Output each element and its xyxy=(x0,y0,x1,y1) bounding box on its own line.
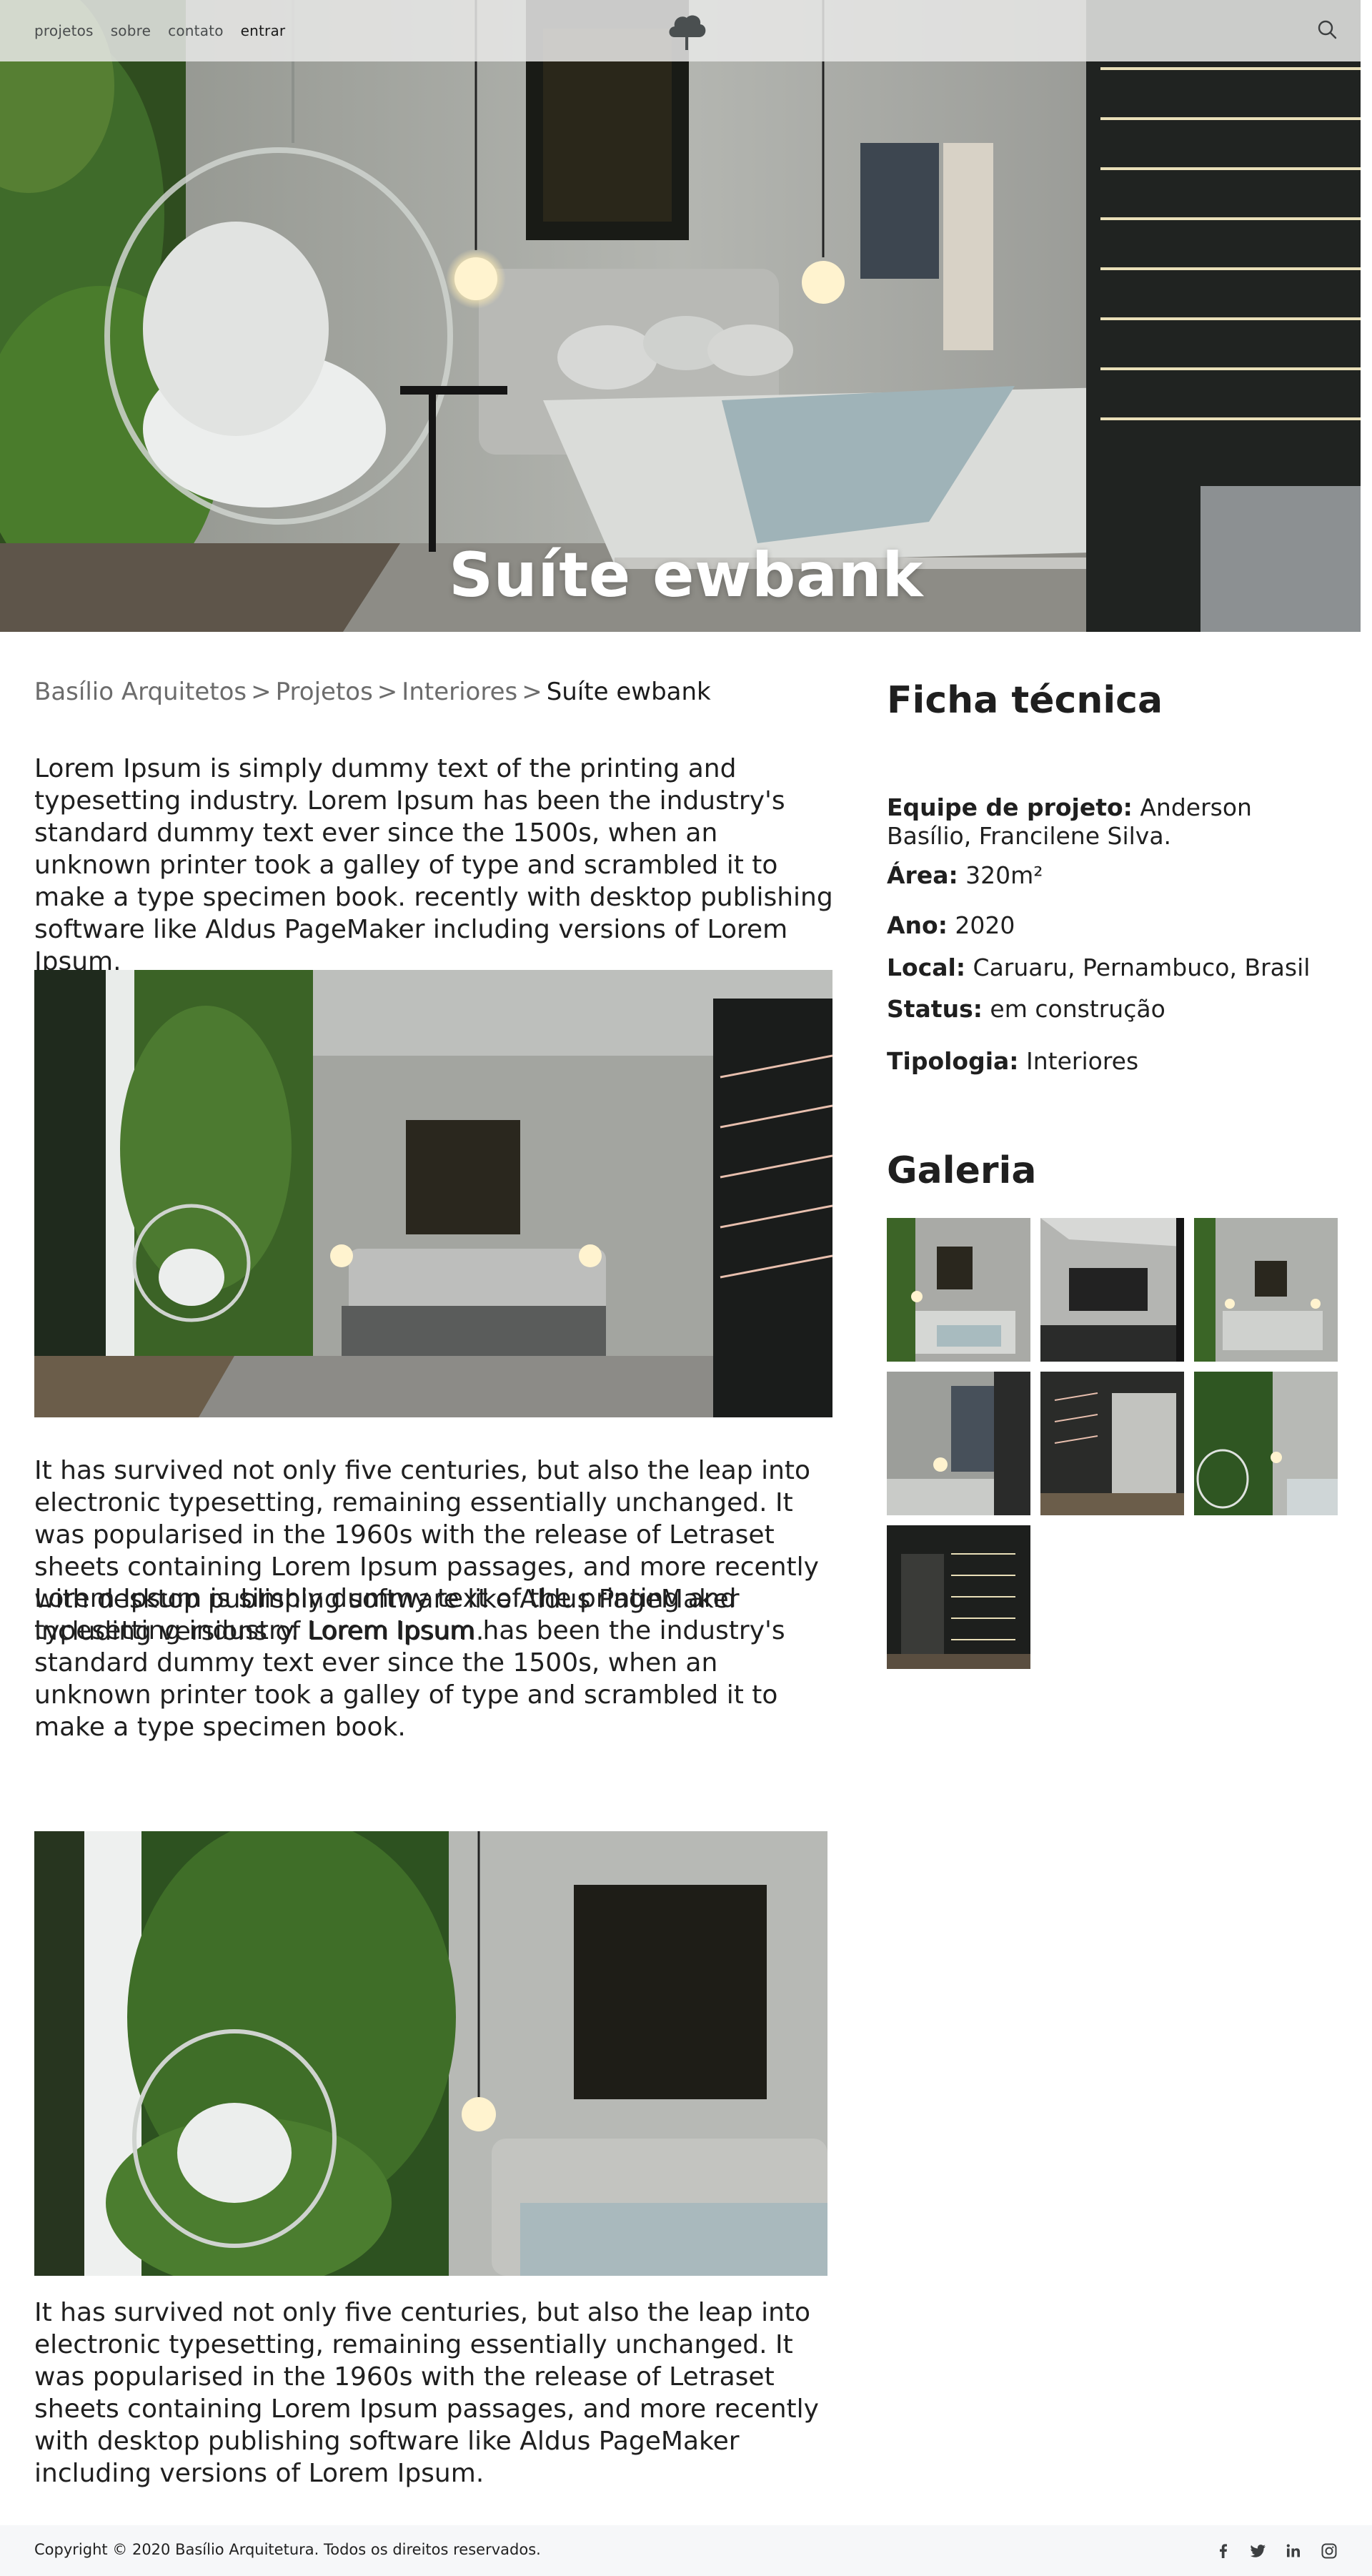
gallery-thumbnail[interactable] xyxy=(1040,1218,1184,1362)
spec-value: 2020 xyxy=(955,911,1015,939)
top-navigation-bar: projetos sobre contato entrar xyxy=(0,0,1361,61)
spec-label: Local: xyxy=(887,953,966,981)
description-paragraph: It has survived not only five centuries,… xyxy=(34,2298,819,2488)
breadcrumb-separator: > xyxy=(251,678,272,706)
breadcrumb-item-interiores[interactable]: Interiores xyxy=(402,678,517,706)
gallery-thumbnail[interactable] xyxy=(1040,1372,1184,1515)
spec-label: Área: xyxy=(887,861,958,889)
spec-label: Status: xyxy=(887,995,983,1023)
gallery-thumbnail[interactable] xyxy=(887,1525,1030,1669)
gallery-thumbnail[interactable] xyxy=(887,1372,1030,1515)
project-photo xyxy=(34,970,832,1417)
description-paragraph: Lorem Ipsum is simply dummy text of the … xyxy=(34,754,833,976)
gallery-thumbnail[interactable] xyxy=(1194,1218,1338,1362)
hero-image xyxy=(0,0,1361,632)
nav-item-sobre[interactable]: sobre xyxy=(111,22,151,39)
spec-sheet-title: Ficha técnica xyxy=(887,679,1163,722)
nav-item-contato[interactable]: contato xyxy=(168,22,223,39)
spec-value: 320m² xyxy=(965,861,1043,889)
spec-item-area: Área: 320m² xyxy=(887,861,1330,890)
nav-item-projetos[interactable]: projetos xyxy=(34,22,94,39)
spec-label: Tipologia: xyxy=(887,1047,1019,1075)
breadcrumb-item-basilio[interactable]: Basílio Arquitetos xyxy=(34,678,247,706)
page-footer: Copyright © 2020 Basílio Arquitetura. To… xyxy=(0,2525,1372,2576)
hero-banner xyxy=(0,0,1361,632)
breadcrumb-separator: > xyxy=(522,678,542,706)
spec-item-year: Ano: 2020 xyxy=(887,911,1330,940)
breadcrumb-separator: > xyxy=(377,678,398,706)
spec-item-status: Status: em construção xyxy=(887,995,1330,1024)
facebook-icon[interactable] xyxy=(1213,2541,1233,2561)
spec-value: em construção xyxy=(990,995,1165,1023)
spec-value: Caruaru, Pernambuco, Brasil xyxy=(973,953,1311,981)
main-nav: projetos sobre contato entrar xyxy=(34,0,285,61)
instagram-icon[interactable] xyxy=(1319,2541,1339,2561)
tree-logo-icon[interactable] xyxy=(666,11,707,51)
linkedin-icon[interactable] xyxy=(1283,2541,1303,2561)
spec-value: Interiores xyxy=(1026,1047,1139,1075)
spec-item-team: Equipe de projeto: Anderson Basílio, Fra… xyxy=(887,793,1330,851)
copyright-text: Copyright © 2020 Basílio Arquitetura. To… xyxy=(34,2541,541,2558)
spec-item-typology: Tipologia: Interiores xyxy=(887,1047,1330,1076)
gallery-thumbnail[interactable] xyxy=(887,1218,1030,1362)
project-photo xyxy=(34,1831,827,2276)
spec-label: Equipe de projeto: xyxy=(887,793,1133,821)
hero-title: Suíte ewbank xyxy=(449,540,923,611)
breadcrumb: Basílio Arquitetos > Projetos > Interiores > S… xyxy=(34,678,711,706)
gallery-thumbnail[interactable] xyxy=(1194,1372,1338,1515)
search-icon[interactable] xyxy=(1316,19,1338,40)
breadcrumb-item-projetos[interactable]: Projetos xyxy=(276,678,373,706)
spec-label: Ano: xyxy=(887,911,948,939)
nav-item-entrar[interactable]: entrar xyxy=(241,22,286,39)
spec-item-location: Local: Caruaru, Pernambuco, Brasil xyxy=(887,953,1330,982)
description-paragraph: Lorem Ipsum is simply dummy text of the … xyxy=(34,1584,785,1742)
breadcrumb-current: Suíte ewbank xyxy=(546,678,711,706)
twitter-icon[interactable] xyxy=(1248,2541,1268,2561)
gallery-title: Galeria xyxy=(887,1149,1037,1192)
